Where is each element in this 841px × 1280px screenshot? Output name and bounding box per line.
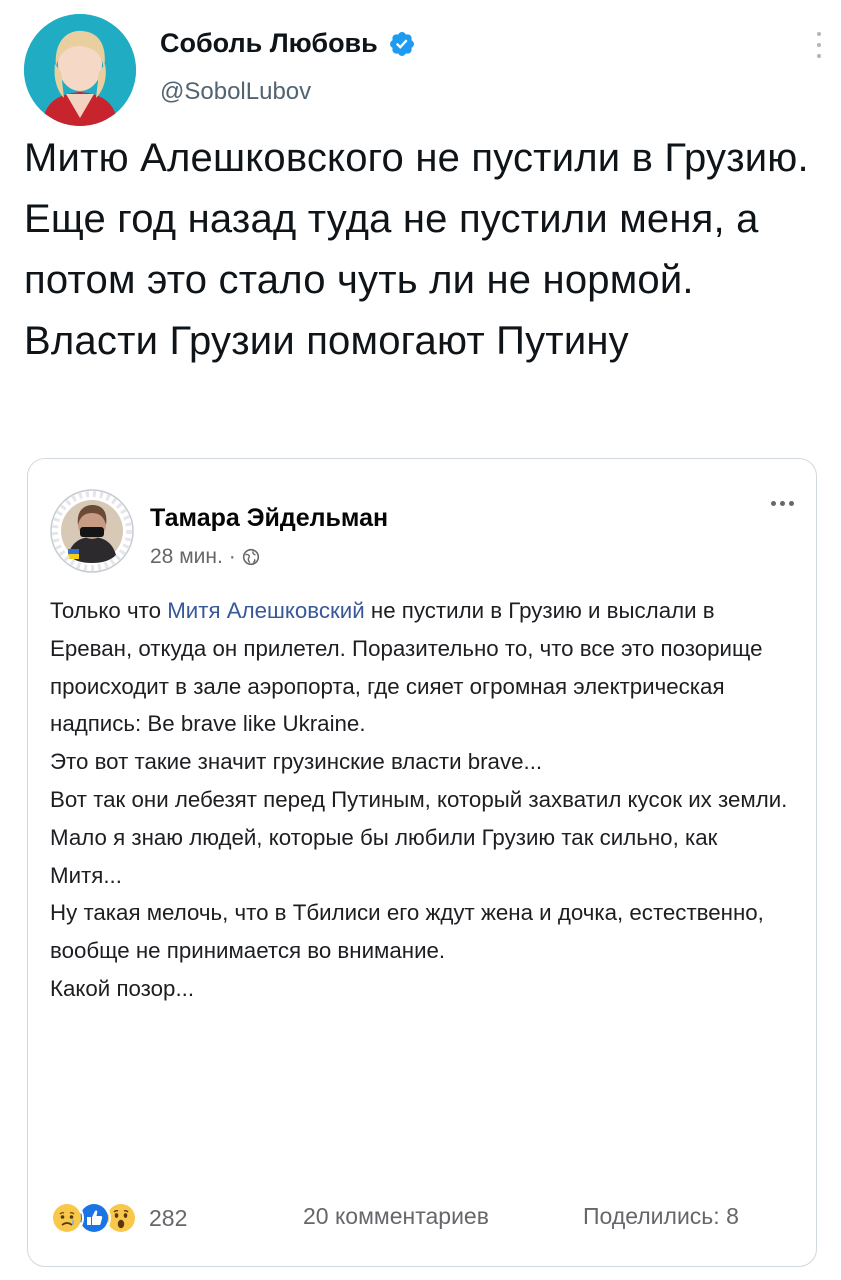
comments-count[interactable]: 20 комментариев xyxy=(303,1203,489,1230)
post-author-name[interactable]: Тамара Эйдельман xyxy=(150,504,388,533)
post-text-body: не пустили в Грузию и выслали в Ереван, … xyxy=(50,598,788,1001)
globe-icon xyxy=(242,548,259,566)
post-time[interactable]: 28 мин. xyxy=(150,545,223,569)
verified-badge-icon xyxy=(389,31,414,56)
sad-icon xyxy=(50,1201,84,1235)
post-author-avatar[interactable] xyxy=(50,489,134,573)
post-more-options-icon[interactable] xyxy=(771,501,794,506)
mentioned-profile-link[interactable]: Митя Алешковский xyxy=(167,598,365,623)
post-meta: 28 мин. · xyxy=(150,545,260,569)
post-text-start: Только что xyxy=(50,598,168,623)
reactions-summary[interactable]: 282 xyxy=(50,1201,187,1235)
more-options-icon[interactable] xyxy=(814,32,824,68)
tweet-header: Соболь Любовь @SobolLubov xyxy=(24,14,824,126)
quoted-facebook-post[interactable]: Тамара Эйдельман 28 мин. · Только что Ми… xyxy=(27,458,817,1267)
author-name[interactable]: Соболь Любовь xyxy=(160,28,416,59)
author-name-text[interactable]: Соболь Любовь xyxy=(160,28,378,59)
author-avatar[interactable] xyxy=(24,14,136,126)
shares-count[interactable]: Поделились: 8 xyxy=(583,1203,739,1230)
post-text: Только что Митя Алешковский не пустили в… xyxy=(50,592,795,1008)
tweet-text: Митю Алешковского не пустили в Грузию. Е… xyxy=(24,136,809,363)
reaction-count: 282 xyxy=(149,1204,188,1231)
meta-separator: · xyxy=(228,545,236,568)
author-handle[interactable]: @SobolLubov xyxy=(160,78,311,106)
